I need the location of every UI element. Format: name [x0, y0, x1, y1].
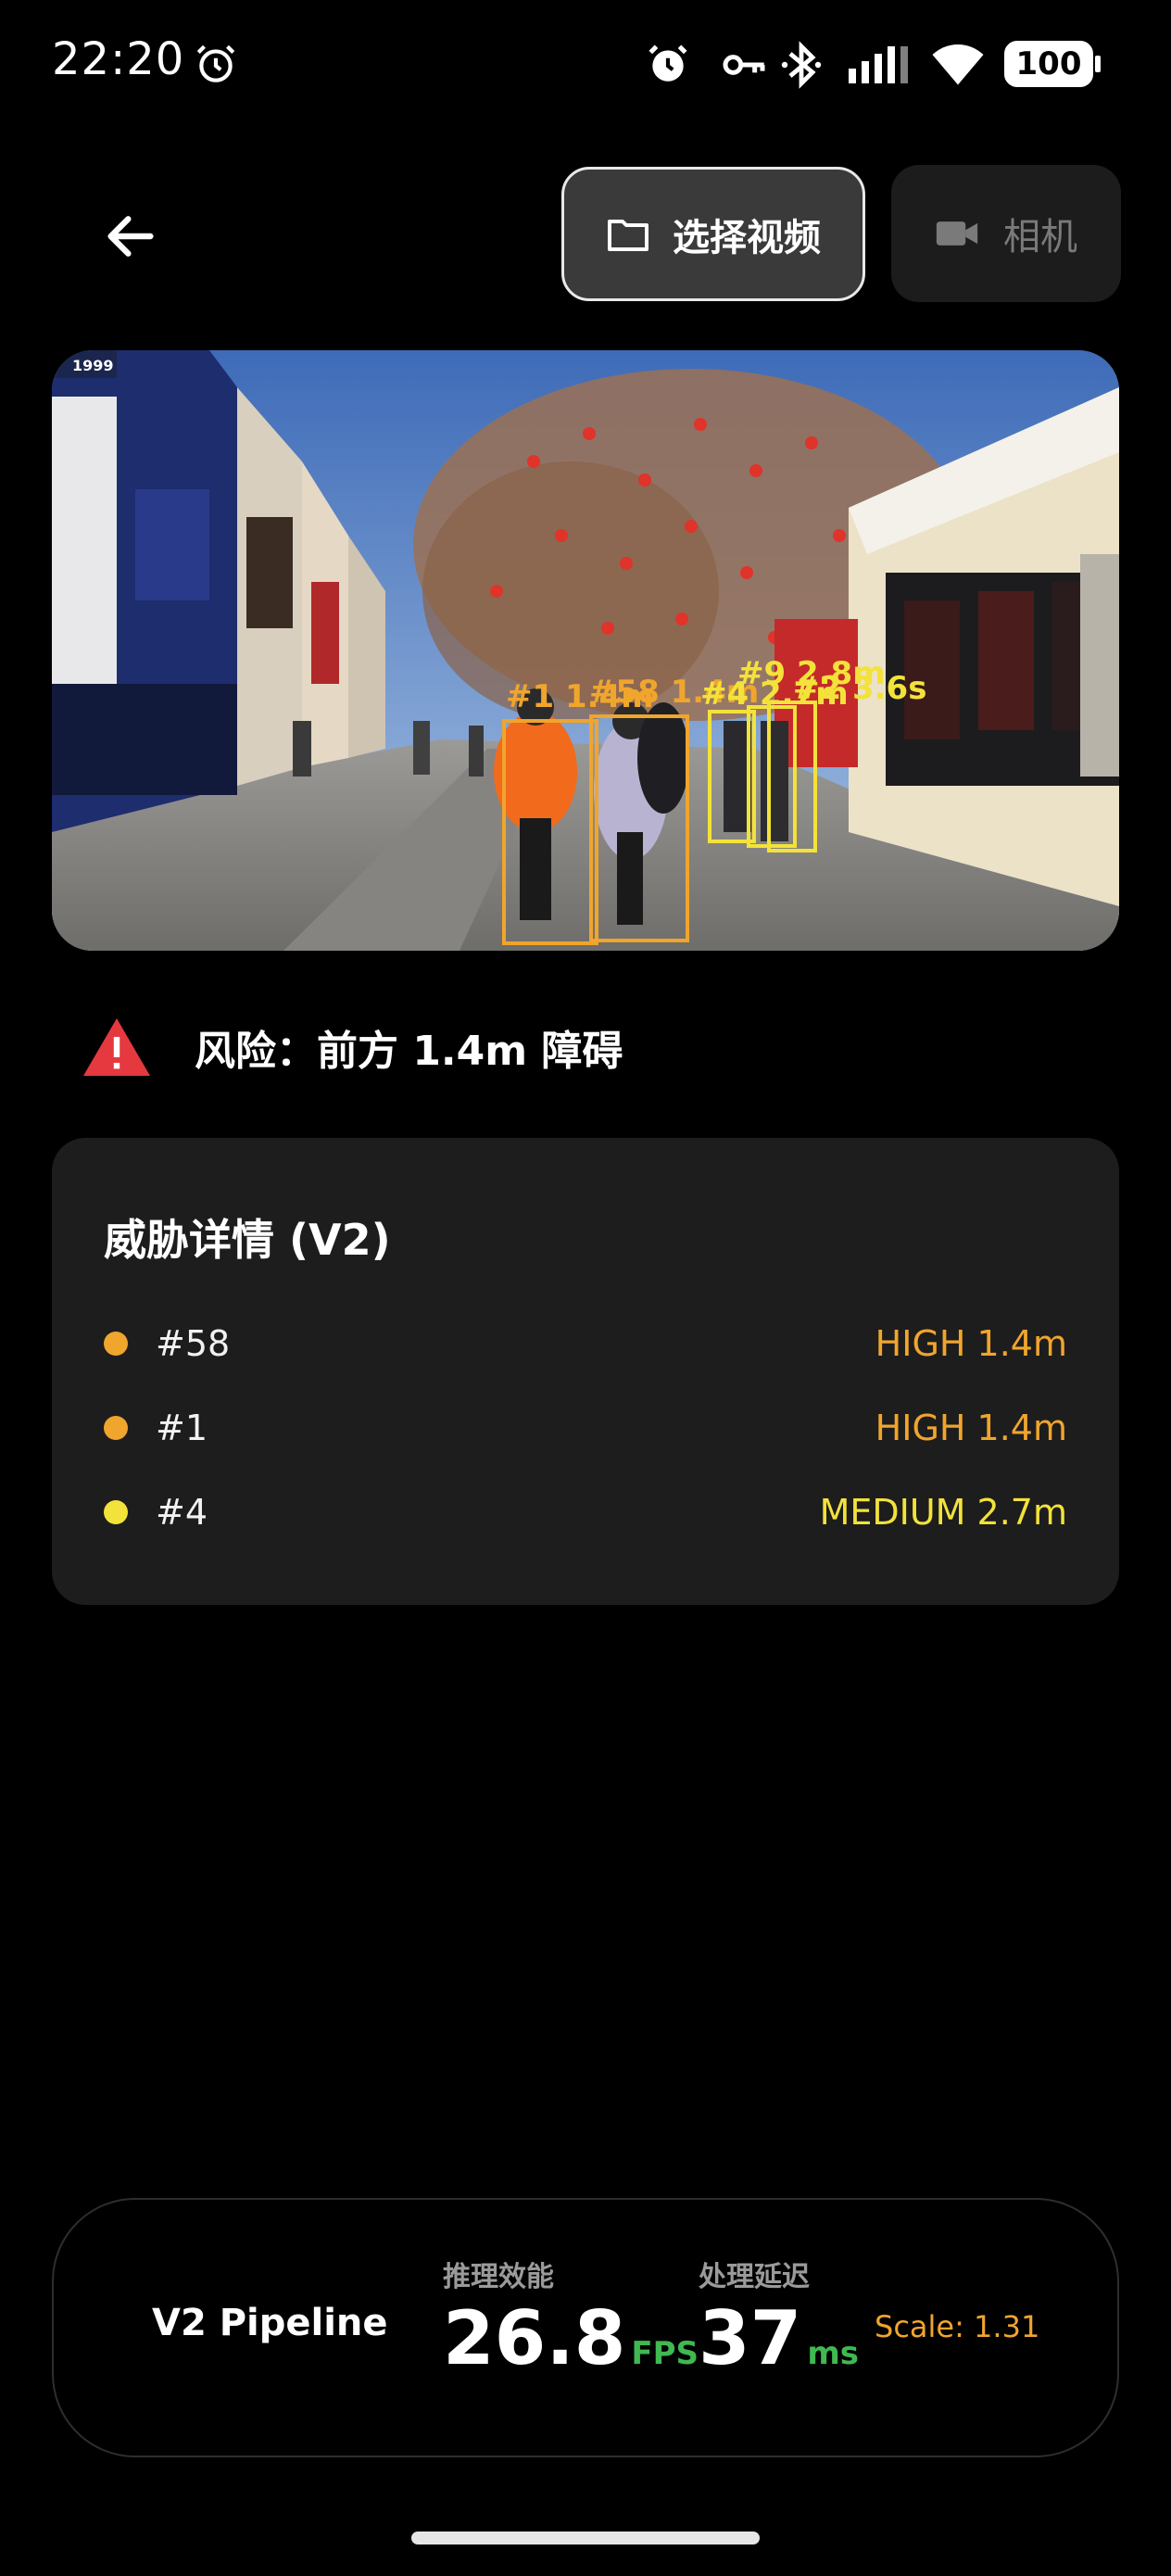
threat-level-dot	[104, 1500, 128, 1524]
status-bar: 22:20 100	[0, 0, 1171, 130]
signal-icon	[849, 46, 908, 83]
inference-value: 26.8	[443, 2295, 626, 2381]
alarm-icon	[648, 44, 687, 82]
scale-label: Scale: 1.31	[875, 2309, 1040, 2344]
inference-unit: FPS	[631, 2335, 699, 2372]
alarm-icon	[196, 44, 235, 82]
risk-text: 风险：前方 1.4m 障碍	[195, 1028, 623, 1075]
select-video-label: 选择视频	[673, 216, 821, 259]
home-indicator[interactable]	[411, 2532, 760, 2544]
latency-value: 37	[699, 2295, 802, 2381]
overlay-label-2: #2 3.6s	[793, 670, 926, 707]
video-preview: 1999 #1 1.4m #58 1.4m #4 2.7m #9 2.8m #2…	[52, 350, 1119, 951]
threat-id: #58	[156, 1323, 231, 1364]
warning-triangle-icon	[83, 1018, 150, 1076]
camera-label: 相机	[1003, 216, 1077, 259]
video-frame-image: 1999 #1 1.4m #58 1.4m #4 2.7m #9 2.8m #2…	[52, 350, 1119, 951]
camera-button[interactable]: 相机	[891, 165, 1121, 302]
bluetooth-icon	[781, 41, 822, 89]
latency-metric: 处理延迟 37 ms	[699, 2254, 859, 2376]
latency-label: 处理延迟	[699, 2261, 810, 2293]
threat-id: #4	[156, 1492, 208, 1533]
video-camera-icon	[936, 221, 978, 246]
threat-id: #1	[156, 1408, 208, 1448]
threat-level-dot	[104, 1332, 128, 1356]
threat-value: HIGH 1.4m	[875, 1408, 1067, 1448]
threat-level-dot	[104, 1416, 128, 1440]
wifi-icon	[932, 44, 984, 85]
inference-label: 推理效能	[443, 2261, 554, 2293]
threat-item: #4 MEDIUM 2.7m	[104, 1484, 1067, 1540]
status-time: 22:20	[52, 33, 185, 85]
storefront-badge: 1999	[72, 357, 114, 374]
battery-level: 100	[1015, 45, 1082, 82]
threat-value: MEDIUM 2.7m	[819, 1492, 1067, 1533]
performance-panel: V2 Pipeline 推理效能 26.8 FPS 处理延迟 37 ms Scale…	[52, 2198, 1119, 2457]
threat-item: #58 HIGH 1.4m	[104, 1316, 1067, 1371]
threat-details-card: 威胁详情 (V2) #58 HIGH 1.4m #1 HIGH 1.4m #4 …	[52, 1138, 1119, 1605]
threat-item: #1 HIGH 1.4m	[104, 1400, 1067, 1456]
threat-value: HIGH 1.4m	[875, 1323, 1067, 1364]
folder-icon	[608, 219, 648, 251]
risk-banner: 风险：前方 1.4m 障碍	[82, 1010, 623, 1084]
select-video-button[interactable]: 选择视频	[561, 167, 865, 301]
threat-details-title: 威胁详情 (V2)	[104, 1215, 391, 1265]
arrow-left-icon	[107, 216, 154, 257]
battery-icon: 100	[1004, 41, 1093, 87]
pipeline-label: V2 Pipeline	[152, 2302, 388, 2344]
back-button[interactable]	[89, 195, 172, 278]
latency-unit: ms	[807, 2335, 859, 2372]
vpn-key-icon	[723, 55, 765, 75]
inference-metric: 推理效能 26.8 FPS	[443, 2254, 699, 2376]
battery-tip	[1095, 56, 1101, 72]
